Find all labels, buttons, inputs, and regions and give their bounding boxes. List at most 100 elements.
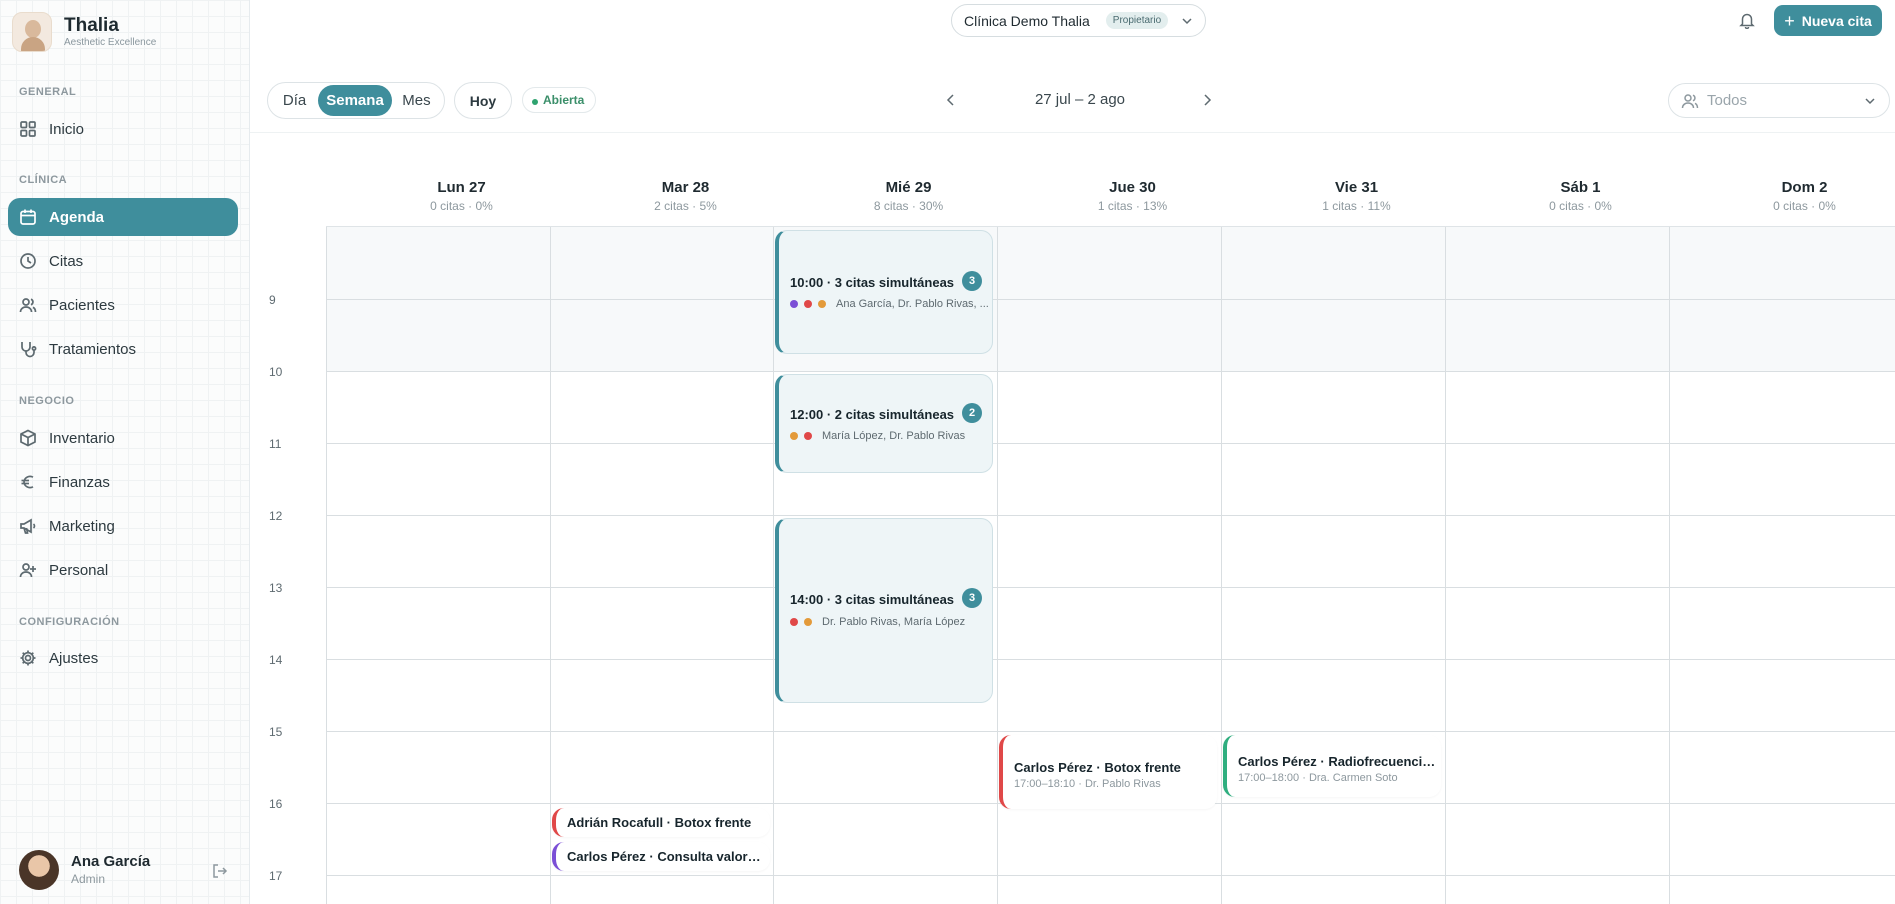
day-name: Mié 29 — [885, 179, 932, 196]
section-clinica: CLÍNICA — [19, 174, 68, 186]
section-configuracion: CONFIGURACIÓN — [19, 616, 120, 628]
appointment-title: Carlos Pérez · Botox frente — [1014, 760, 1181, 775]
users-icon — [19, 298, 37, 313]
professional-filter[interactable]: Todos — [1668, 83, 1890, 118]
day-stats: 1 citas · 11% — [1322, 199, 1391, 213]
day-header[interactable]: Mié 29 8 citas · 30% — [797, 178, 1020, 214]
chevron-left-icon[interactable] — [942, 91, 960, 109]
appointment-group[interactable]: 10:00 · 3 citas simultáneas 3 Ana García… — [775, 230, 993, 354]
today-button[interactable]: Hoy — [454, 82, 512, 119]
view-week-button[interactable]: Semana — [318, 85, 392, 116]
sidebar-item-tratamientos[interactable]: Tratamientos — [8, 330, 238, 368]
plus-icon: + — [1784, 10, 1795, 31]
appointment-card[interactable]: Adrián Rocafull · Botox frente — [552, 808, 770, 837]
sidebar-item-agenda[interactable]: Agenda — [8, 198, 238, 236]
sidebar-item-inventario[interactable]: Inventario — [8, 419, 238, 457]
day-stats: 0 citas · 0% — [430, 199, 493, 213]
hour-label: 15 — [269, 725, 283, 739]
chevron-down-icon — [1182, 17, 1192, 24]
group-title: 14:00 · 3 citas simultáneas — [790, 592, 955, 607]
sidebar-item-pacientes[interactable]: Pacientes — [8, 286, 238, 324]
user-name: Ana García — [71, 853, 151, 870]
week-calendar: Lun 27 0 citas · 0% Mar 28 2 citas · 5% … — [250, 132, 1895, 904]
sidebar-item-inicio[interactable]: Inicio — [8, 110, 238, 148]
status-dot — [804, 432, 812, 440]
sidebar-item-marketing[interactable]: Marketing — [8, 507, 238, 545]
appointment-time: 17:00–18:10 · Dr. Pablo Rivas — [1014, 778, 1161, 790]
sidebar-item-ajustes[interactable]: Ajustes — [8, 639, 238, 677]
day-name: Jue 30 — [1109, 179, 1156, 196]
view-day-button[interactable]: Día — [271, 85, 318, 116]
hour-label: 16 — [269, 797, 283, 811]
gear-icon — [20, 650, 36, 666]
time-grid[interactable]: 10:00 · 3 citas simultáneas 3 Ana García… — [326, 226, 1895, 904]
sidebar-item-label: Pacientes — [49, 296, 115, 314]
appointment-card[interactable]: Carlos Pérez · Radiofrecuencia corporal … — [1223, 735, 1441, 797]
appointment-title: Adrián Rocafull · Botox frente — [567, 815, 752, 830]
chevron-right-icon[interactable] — [1198, 91, 1216, 109]
brand-logo — [12, 12, 52, 52]
new-appointment-button[interactable]: + Nueva cita — [1774, 5, 1882, 36]
hour-label: 11 — [269, 437, 282, 451]
group-title: 12:00 · 2 citas simultáneas — [790, 407, 955, 422]
group-people: Ana García, Dr. Pablo Rivas, ... — [836, 298, 989, 310]
group-people: Dr. Pablo Rivas, María López — [822, 616, 966, 628]
sidebar-item-label: Inventario — [49, 429, 115, 447]
brand-name: Thalia — [64, 15, 119, 36]
user-profile[interactable]: Ana García Admin — [19, 850, 229, 890]
day-stats: 2 citas · 5% — [654, 199, 717, 213]
group-count-badge: 2 — [962, 403, 982, 423]
bell-icon[interactable] — [1738, 11, 1756, 29]
day-name: Sáb 1 — [1560, 179, 1601, 196]
sidebar-item-personal[interactable]: Personal — [8, 551, 238, 589]
clinic-name: Clínica Demo Thalia — [964, 12, 1090, 29]
megaphone-icon — [20, 518, 36, 534]
status-dot — [804, 300, 812, 308]
status-dot — [790, 300, 798, 308]
day-name: Lun 27 — [437, 179, 486, 196]
day-header[interactable]: Vie 31 1 citas · 11% — [1245, 178, 1468, 214]
day-stats: 0 citas · 0% — [1549, 199, 1612, 213]
logout-icon[interactable] — [211, 862, 229, 880]
users-icon — [1681, 93, 1699, 108]
day-header[interactable]: Jue 30 1 citas · 13% — [1021, 178, 1244, 214]
day-name: Dom 2 — [1781, 179, 1828, 196]
day-stats: 0 citas · 0% — [1773, 199, 1836, 213]
grid-icon — [20, 121, 36, 137]
sidebar: Thalia Aesthetic Excellence GENERAL Inic… — [0, 0, 250, 904]
appointment-card[interactable]: Carlos Pérez · Botox frente 17:00–18:10 … — [999, 735, 1217, 809]
hour-label: 13 — [269, 581, 283, 595]
status-dot — [790, 618, 798, 626]
sidebar-item-label: Citas — [49, 252, 84, 270]
sidebar-item-label: Tratamientos — [49, 340, 136, 358]
user-role: Admin — [71, 872, 106, 886]
user-plus-icon — [19, 563, 36, 578]
sidebar-item-citas[interactable]: Citas — [8, 242, 238, 280]
sidebar-item-finanzas[interactable]: Finanzas — [8, 463, 238, 501]
sidebar-item-label: Marketing — [49, 517, 115, 535]
day-header[interactable]: Dom 2 0 citas · 0% — [1693, 178, 1895, 214]
appointment-group[interactable]: 12:00 · 2 citas simultáneas 2 María Lópe… — [775, 374, 993, 473]
date-range: 27 jul – 2 ago — [1034, 91, 1126, 108]
view-month-button[interactable]: Mes — [392, 85, 441, 116]
brand-subtitle: Aesthetic Excellence — [64, 37, 157, 48]
sidebar-item-label: Agenda — [49, 208, 105, 226]
day-stats: 8 citas · 30% — [873, 199, 944, 213]
day-header[interactable]: Lun 27 0 citas · 0% — [350, 178, 573, 214]
appointment-card[interactable]: Carlos Pérez · Consulta valoración — [552, 842, 770, 871]
status-badge: Abierta — [522, 87, 597, 113]
group-count-badge: 3 — [962, 271, 982, 291]
group-count-badge: 3 — [962, 588, 982, 608]
hour-label: 9 — [269, 293, 276, 307]
day-header[interactable]: Sáb 1 0 citas · 0% — [1469, 178, 1692, 214]
brand[interactable]: Thalia Aesthetic Excellence — [12, 12, 156, 52]
filter-value: Todos — [1707, 92, 1748, 109]
hour-label: 14 — [269, 653, 283, 667]
appointment-group[interactable]: 14:00 · 3 citas simultáneas 3 Dr. Pablo … — [775, 518, 993, 703]
clinic-selector[interactable]: Clínica Demo Thalia Propietario — [951, 4, 1206, 37]
day-stats: 1 citas · 13% — [1097, 199, 1168, 213]
status-dot — [790, 432, 798, 440]
day-header[interactable]: Mar 28 2 citas · 5% — [574, 178, 797, 214]
status-dot — [804, 618, 812, 626]
section-general: GENERAL — [19, 86, 77, 98]
